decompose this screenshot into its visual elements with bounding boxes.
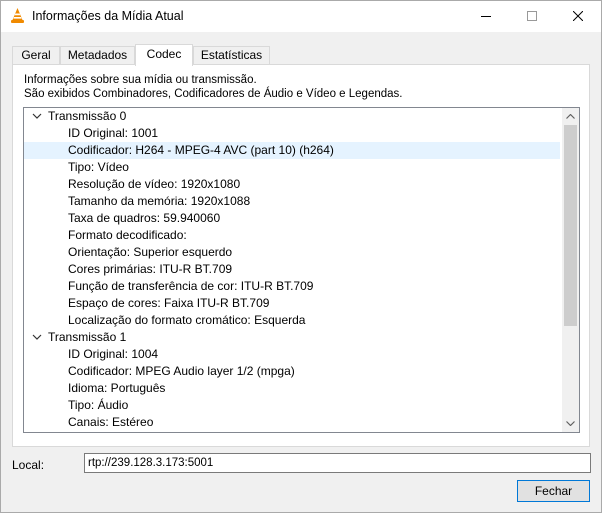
chevron-down-icon[interactable] (32, 112, 42, 120)
tab-estatisticas[interactable]: Estatísticas (193, 46, 270, 65)
maximize-button[interactable] (509, 1, 555, 32)
arrow-up-icon (566, 114, 575, 119)
tab-codec[interactable]: Codec (135, 44, 193, 66)
tree-item[interactable]: Formato decodificado: (24, 227, 560, 244)
scroll-up-button[interactable] (562, 108, 579, 125)
chevron-down-icon[interactable] (32, 333, 42, 341)
close-icon (573, 11, 583, 21)
tree-item[interactable]: Orientação: Superior esquerdo (24, 244, 560, 261)
location-label: Local: (12, 458, 45, 472)
arrow-down-icon (566, 421, 575, 426)
tree-item[interactable]: Tipo: Áudio (24, 397, 560, 414)
minimize-button[interactable] (463, 1, 509, 32)
tree-item[interactable]: Tipo: Vídeo (24, 159, 560, 176)
codec-tree[interactable]: Transmissão 0 ID Original: 1001 Codifica… (23, 107, 580, 433)
tree-stream-label: Transmissão 0 (48, 109, 127, 123)
tree-item[interactable]: Taxa de quadros: 59.940060 (24, 210, 560, 227)
tree-item-selected[interactable]: Codificador: H264 - MPEG-4 AVC (part 10)… (24, 142, 560, 159)
tree-item[interactable]: Espaço de cores: Faixa ITU-R BT.709 (24, 295, 560, 312)
tree-item[interactable]: Idioma: Português (24, 380, 560, 397)
vlc-cone-icon (9, 7, 26, 24)
tree-item[interactable]: Codificador: MPEG Audio layer 1/2 (mpga) (24, 363, 560, 380)
tree-item[interactable]: Resolução de vídeo: 1920x1080 (24, 176, 560, 193)
tab-metadados[interactable]: Metadados (60, 46, 135, 65)
location-input[interactable] (84, 453, 591, 473)
title-bar[interactable]: Informações da Mídia Atual (1, 1, 601, 32)
window-title: Informações da Mídia Atual (32, 9, 184, 23)
close-button[interactable]: Fechar (517, 480, 590, 502)
tree-item[interactable]: Tamanho da memória: 1920x1088 (24, 193, 560, 210)
maximize-icon (527, 11, 537, 21)
tab-geral[interactable]: Geral (12, 46, 60, 65)
close-window-button[interactable] (555, 1, 601, 32)
media-info-window: Informações da Mídia Atual Geral Metadad… (0, 0, 602, 513)
info-text-line-1: Informações sobre sua mídia ou transmiss… (24, 74, 257, 86)
tree-item[interactable]: Função de transferência de cor: ITU-R BT… (24, 278, 560, 295)
tree-stream-label: Transmissão 1 (48, 330, 127, 344)
tree-scrollbar[interactable] (562, 108, 579, 432)
info-text-line-2: São exibidos Combinadores, Codificadores… (24, 88, 403, 100)
tree-item[interactable]: Localização do formato cromático: Esquer… (24, 312, 560, 329)
codec-panel: Informações sobre sua mídia ou transmiss… (12, 64, 590, 447)
scroll-down-button[interactable] (562, 415, 579, 432)
tree-item[interactable]: ID Original: 1001 (24, 125, 560, 142)
tree-item[interactable]: Cores primárias: ITU-R BT.709 (24, 261, 560, 278)
tree-item[interactable]: Canais: Estéreo (24, 414, 560, 431)
minimize-icon (481, 16, 491, 17)
scrollbar-thumb[interactable] (564, 125, 577, 326)
tree-item[interactable]: ID Original: 1004 (24, 346, 560, 363)
